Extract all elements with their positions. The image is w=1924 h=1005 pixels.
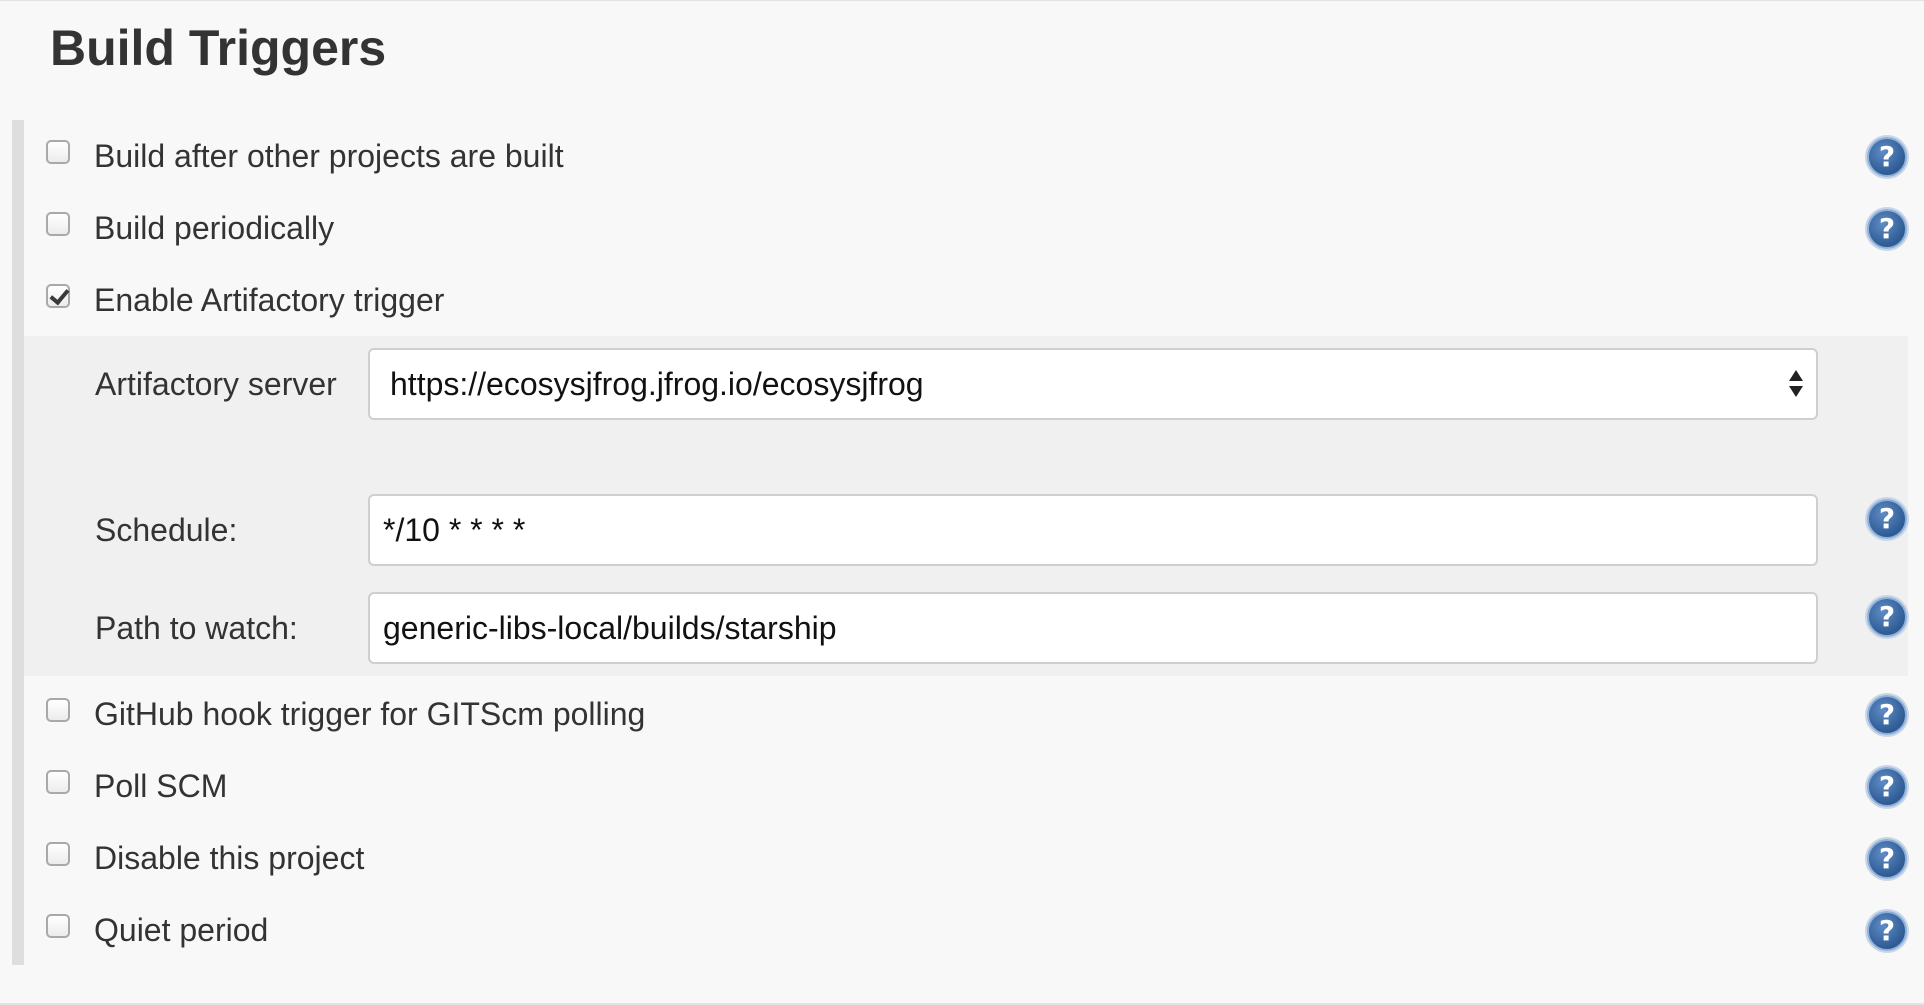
help-icon[interactable]: ? xyxy=(1867,839,1907,879)
help-icon[interactable]: ? xyxy=(1867,695,1907,735)
top-divider xyxy=(0,0,1924,1)
github-hook-checkbox[interactable] xyxy=(46,698,70,722)
disable-project-checkbox[interactable] xyxy=(46,842,70,866)
poll-scm-checkbox[interactable] xyxy=(46,770,70,794)
trigger-row-build-periodically: Build periodically ? xyxy=(24,192,1914,262)
schedule-input[interactable]: */10 * * * * xyxy=(368,494,1818,566)
build-after-other-label[interactable]: Build after other projects are built xyxy=(94,136,564,176)
schedule-value: */10 * * * * xyxy=(383,512,526,548)
enable-artifactory-checkbox[interactable] xyxy=(46,284,70,308)
trigger-row-disable-project: Disable this project ? xyxy=(24,822,1914,892)
github-hook-label[interactable]: GitHub hook trigger for GITScm polling xyxy=(94,694,645,734)
section-title: Build Triggers xyxy=(50,20,387,76)
help-icon[interactable]: ? xyxy=(1867,911,1907,951)
poll-scm-label[interactable]: Poll SCM xyxy=(94,766,227,806)
help-icon[interactable]: ? xyxy=(1867,499,1907,539)
artifactory-server-label: Artifactory server xyxy=(95,366,337,402)
build-periodically-label[interactable]: Build periodically xyxy=(94,208,334,248)
disable-project-label[interactable]: Disable this project xyxy=(94,838,364,878)
path-to-watch-value: generic-libs-local/builds/starship xyxy=(383,610,837,646)
help-icon[interactable]: ? xyxy=(1867,597,1907,637)
schedule-label: Schedule: xyxy=(95,512,238,548)
path-to-watch-label: Path to watch: xyxy=(95,610,298,646)
trigger-row-github-hook: GitHub hook trigger for GITScm polling ? xyxy=(24,678,1914,748)
quiet-period-checkbox[interactable] xyxy=(46,914,70,938)
trigger-row-quiet-period: Quiet period ? xyxy=(24,894,1914,964)
help-icon[interactable]: ? xyxy=(1867,209,1907,249)
trigger-row-build-after-other: Build after other projects are built ? xyxy=(24,120,1914,190)
artifactory-server-value: https://ecosysjfrog.jfrog.io/ecosysjfrog xyxy=(390,366,924,402)
path-to-watch-input[interactable]: generic-libs-local/builds/starship xyxy=(368,592,1818,664)
build-periodically-checkbox[interactable] xyxy=(46,212,70,236)
trigger-row-enable-artifactory: Enable Artifactory trigger xyxy=(24,264,1914,334)
select-arrows-icon xyxy=(1788,370,1804,400)
help-icon[interactable]: ? xyxy=(1867,137,1907,177)
enable-artifactory-label[interactable]: Enable Artifactory trigger xyxy=(94,280,444,320)
quiet-period-label[interactable]: Quiet period xyxy=(94,910,268,950)
help-icon[interactable]: ? xyxy=(1867,767,1907,807)
artifactory-server-select[interactable]: https://ecosysjfrog.jfrog.io/ecosysjfrog xyxy=(368,348,1818,420)
build-after-other-checkbox[interactable] xyxy=(46,140,70,164)
section-left-bar xyxy=(12,120,24,965)
trigger-row-poll-scm: Poll SCM ? xyxy=(24,750,1914,820)
